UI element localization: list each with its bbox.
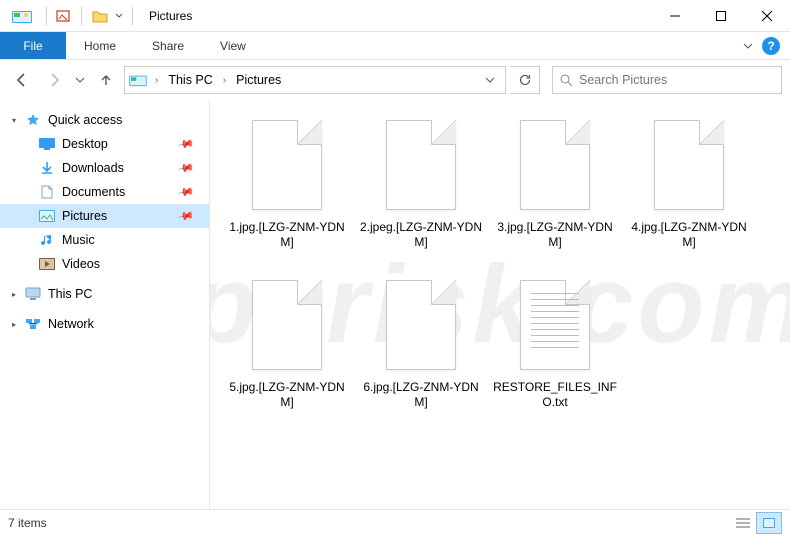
sidebar-item-label: Documents [62,185,125,199]
sidebar-item-label: Downloads [62,161,124,175]
sidebar-label: Quick access [48,113,122,127]
search-placeholder: Search Pictures [579,73,667,87]
sidebar-this-pc[interactable]: ▸ This PC [0,282,209,306]
desktop-icon [38,136,56,152]
documents-icon [38,184,56,200]
file-item[interactable]: 6.jpg.[LZG-ZNM-YDNM] [354,274,488,434]
ribbon: File Home Share View ? [0,32,790,60]
explorer-app-icon [8,5,36,27]
refresh-button[interactable] [510,66,540,94]
sidebar-item-label: Desktop [62,137,108,151]
unknown-file-icon [382,280,460,376]
breadcrumb-this-pc[interactable]: This PC [166,73,214,87]
sidebar-item-documents[interactable]: Documents 📌 [0,180,209,204]
unknown-file-icon [248,120,326,216]
file-item[interactable]: 4.jpg.[LZG-ZNM-YDNM] [622,114,756,274]
sidebar-item-downloads[interactable]: Downloads 📌 [0,156,209,180]
pin-icon: 📌 [177,183,196,202]
unknown-file-icon [248,280,326,376]
recent-locations-button[interactable] [72,66,88,94]
window-title: Pictures [149,9,192,23]
separator [81,7,82,25]
unknown-file-icon [382,120,460,216]
window-controls [652,0,790,32]
minimize-button[interactable] [652,0,698,32]
file-name: 4.jpg.[LZG-ZNM-YDNM] [622,220,756,250]
videos-icon [38,256,56,272]
music-icon [38,232,56,248]
chevron-right-icon[interactable]: › [219,75,230,86]
ribbon-expand-button[interactable] [742,40,754,52]
forward-button[interactable] [40,66,68,94]
sidebar-label: Network [48,317,94,331]
file-name: 6.jpg.[LZG-ZNM-YDNM] [354,380,488,410]
back-button[interactable] [8,66,36,94]
chevron-right-icon[interactable]: › [151,75,162,86]
search-input[interactable]: Search Pictures [552,66,782,94]
qat-folder-button[interactable] [90,6,110,26]
help-button[interactable]: ? [762,37,780,55]
navigation-pane: ▾ Quick access Desktop 📌 Downloads 📌 Doc… [0,100,210,509]
separator [132,7,133,25]
titlebar: Pictures [0,0,790,32]
large-icons-view-button[interactable] [756,512,782,534]
file-name: 3.jpg.[LZG-ZNM-YDNM] [488,220,622,250]
qat-dropdown-button[interactable] [112,6,126,26]
this-pc-icon [24,286,42,302]
file-item[interactable]: 3.jpg.[LZG-ZNM-YDNM] [488,114,622,274]
pictures-location-icon [129,73,147,87]
network-icon [24,316,42,332]
main-area: ▾ Quick access Desktop 📌 Downloads 📌 Doc… [0,100,790,509]
up-button[interactable] [92,66,120,94]
expand-icon[interactable]: ▸ [12,320,22,329]
tab-share[interactable]: Share [134,32,202,59]
qat-properties-button[interactable] [53,6,73,26]
unknown-file-icon [516,120,594,216]
navigation-bar: › This PC › Pictures Search Pictures [0,60,790,100]
downloads-icon [38,160,56,176]
star-icon [24,112,42,128]
pictures-icon [38,208,56,224]
file-name: 5.jpg.[LZG-ZNM-YDNM] [220,380,354,410]
maximize-button[interactable] [698,0,744,32]
file-name: 1.jpg.[LZG-ZNM-YDNM] [220,220,354,250]
close-button[interactable] [744,0,790,32]
file-item[interactable]: 2.jpeg.[LZG-ZNM-YDNM] [354,114,488,274]
unknown-file-icon [650,120,728,216]
tab-view[interactable]: View [202,32,264,59]
search-icon [559,73,573,87]
file-list[interactable]: pcrisk.com 1.jpg.[LZG-ZNM-YDNM]2.jpeg.[L… [210,100,790,509]
text-file-icon [516,280,594,376]
quick-access-toolbar [53,6,126,26]
pin-icon: 📌 [177,207,196,226]
address-bar[interactable]: › This PC › Pictures [124,66,506,94]
file-tab[interactable]: File [0,32,66,59]
sidebar-network[interactable]: ▸ Network [0,312,209,336]
sidebar-item-music[interactable]: Music [0,228,209,252]
file-item[interactable]: RESTORE_FILES_INFO.txt [488,274,622,434]
pin-icon: 📌 [177,159,196,178]
sidebar-item-label: Videos [62,257,100,271]
sidebar-quick-access[interactable]: ▾ Quick access [0,108,209,132]
collapse-icon[interactable]: ▾ [12,116,22,125]
details-view-button[interactable] [730,512,756,534]
breadcrumb-current[interactable]: Pictures [234,73,283,87]
separator [46,7,47,25]
sidebar-item-desktop[interactable]: Desktop 📌 [0,132,209,156]
sidebar-item-videos[interactable]: Videos [0,252,209,276]
status-bar: 7 items [0,509,790,535]
item-count: 7 items [8,516,47,530]
tab-home[interactable]: Home [66,32,134,59]
sidebar-item-label: Pictures [62,209,107,223]
address-history-button[interactable] [479,66,501,94]
pin-icon: 📌 [177,135,196,154]
file-name: 2.jpeg.[LZG-ZNM-YDNM] [354,220,488,250]
file-item[interactable]: 1.jpg.[LZG-ZNM-YDNM] [220,114,354,274]
sidebar-label: This PC [48,287,92,301]
file-item[interactable]: 5.jpg.[LZG-ZNM-YDNM] [220,274,354,434]
sidebar-item-label: Music [62,233,95,247]
file-name: RESTORE_FILES_INFO.txt [488,380,622,410]
expand-icon[interactable]: ▸ [12,290,22,299]
sidebar-item-pictures[interactable]: Pictures 📌 [0,204,209,228]
